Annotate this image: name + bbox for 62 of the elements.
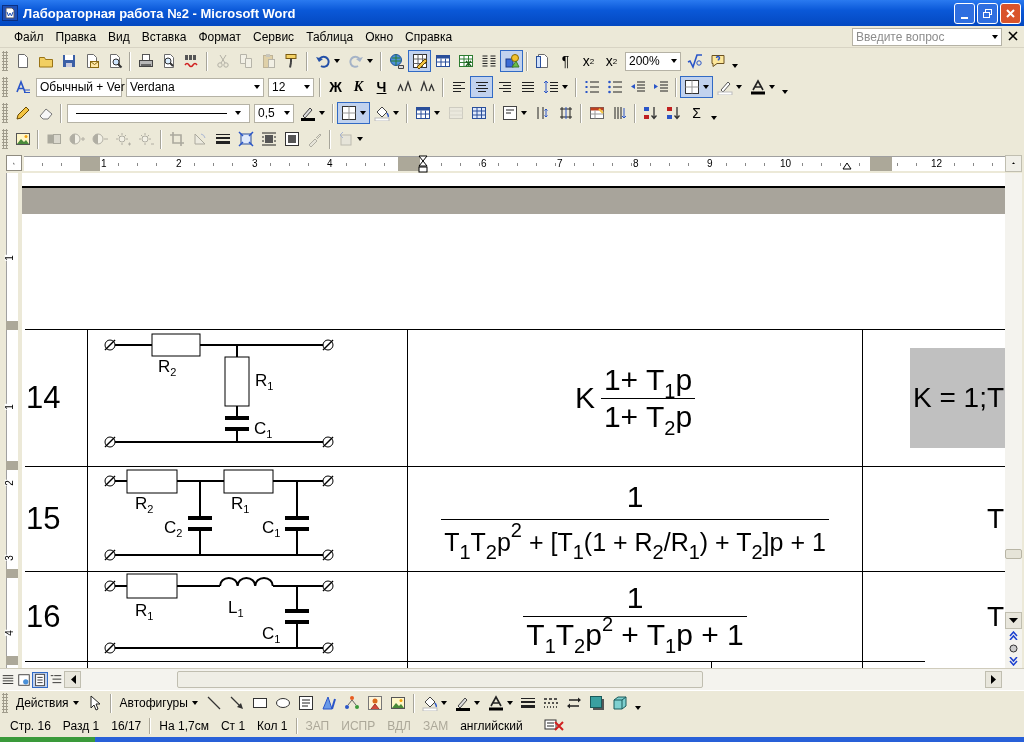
row-number: 14 — [25, 380, 61, 416]
formula-numerator: 1 — [625, 580, 645, 616]
component-label: R$_{2}$ — [135, 495, 154, 517]
status-text: На 1,7см — [158, 718, 210, 735]
ruler-number: 2 — [4, 480, 15, 486]
status-text: ВДЛ — [386, 718, 412, 735]
ruler-number: 4 — [4, 630, 15, 636]
sum-button[interactable]: Σ — [685, 102, 708, 124]
superscript-button[interactable]: x$^{2}$ — [577, 50, 600, 72]
menu-item[interactable]: Вид — [102, 27, 136, 46]
font-field[interactable]: Verdana — [126, 77, 264, 97]
status-text: Разд 1 — [61, 718, 101, 735]
status-text: Стр. 16 — [9, 718, 52, 735]
bold-button[interactable]: Ж — [324, 76, 347, 98]
font-size-field[interactable]: 12 — [268, 77, 314, 97]
italic-button[interactable]: К — [347, 76, 370, 98]
menu-item[interactable]: Формат — [192, 27, 248, 46]
status-text: 16/17 — [110, 718, 143, 735]
status-text: Ст 1 — [219, 718, 247, 735]
status-text: ЗАМ — [421, 718, 450, 735]
status-text: ЗАП — [304, 718, 331, 735]
formula-denominator: T$_{1}$T$_{2}$p$^{2}$ + T$_{1}$p + 1 — [525, 617, 745, 653]
autoshapes-menu[interactable]: Автофигуры — [114, 692, 203, 714]
menu-item[interactable]: Окно — [359, 27, 400, 46]
highlighted-parameter: K = 1;T — [910, 348, 1005, 448]
zoom-field[interactable]: 200% — [625, 51, 681, 71]
window-title: Лабораторная работа №2 - Microsoft Word — [23, 5, 297, 21]
menu-item[interactable]: Сервис — [247, 27, 301, 46]
component-label: C$_{1}$ — [262, 625, 281, 647]
formula-denominator: 1+ T$_{2}$p — [602, 398, 694, 435]
pilcrow-button[interactable]: ¶ — [554, 50, 577, 72]
parameter-text: T — [986, 600, 1005, 633]
row-number: 15 — [25, 501, 61, 537]
ruler-number: 3 — [4, 555, 15, 561]
ruler-number: 1 — [4, 255, 15, 261]
formula-coefficient: K — [574, 381, 595, 415]
component-label: R$_{1}$ — [135, 602, 154, 624]
menu-item[interactable]: Файл — [8, 27, 50, 46]
parameter-text: T — [986, 503, 1005, 535]
menu-item[interactable]: Правка — [49, 27, 103, 46]
line-weight-field[interactable]: 0,5 — [254, 103, 294, 123]
component-label: R$_{2}$ — [158, 358, 177, 380]
status-text: Кол 1 — [256, 718, 289, 735]
underline-button[interactable]: Ч — [370, 76, 393, 98]
question-field[interactable]: Введите вопрос — [852, 27, 1002, 46]
actions-menu[interactable]: Действия — [11, 692, 84, 714]
component-label: C$_{2}$ — [164, 519, 183, 541]
component-label: R$_{1}$ — [231, 495, 250, 517]
status-text: английский — [459, 718, 524, 735]
row-number: 16 — [25, 598, 61, 635]
menu-item[interactable]: Таблица — [300, 27, 360, 46]
component-label: C$_{1}$ — [254, 420, 273, 442]
menu-item[interactable]: Вставка — [135, 27, 193, 46]
menu-item[interactable]: Справка — [399, 27, 459, 46]
component-label: L$_{1}$ — [228, 599, 244, 621]
formula-numerator: 1 — [625, 478, 645, 515]
ruler-number: 1 — [4, 404, 15, 410]
component-label: C$_{1}$ — [262, 519, 281, 541]
formula-numerator: 1+ T$_{1}$p — [602, 361, 694, 398]
component-label: R$_{1}$ — [255, 372, 274, 394]
formula-denominator: T$_{1}$T$_{2}$p$^{2}$ + [T$_{1}$(1 + R$_{2}$/R$_{1}$) + T$_{2}$]p + 1 — [443, 523, 827, 560]
status-text: ИСПР — [340, 718, 377, 735]
